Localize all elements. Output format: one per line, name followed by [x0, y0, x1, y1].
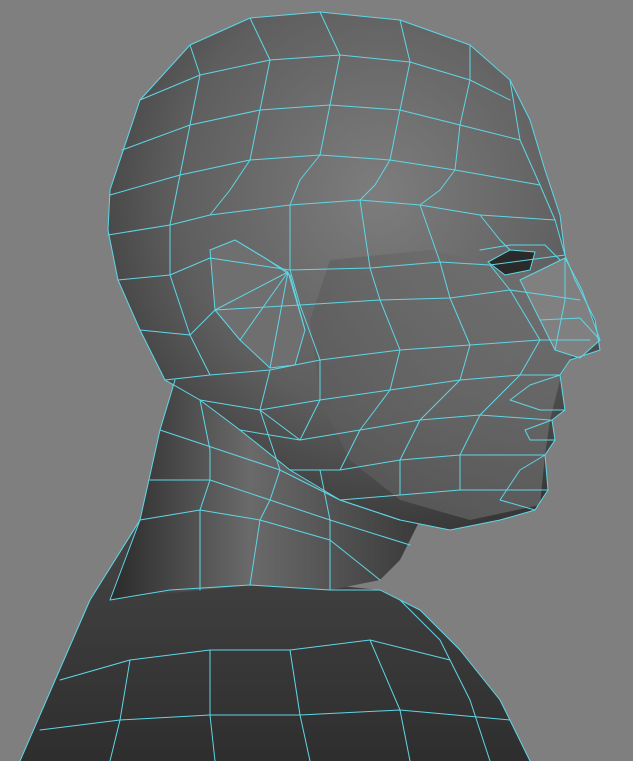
3d-viewport[interactable]: [0, 0, 633, 761]
viewport-canvas[interactable]: [0, 0, 633, 761]
